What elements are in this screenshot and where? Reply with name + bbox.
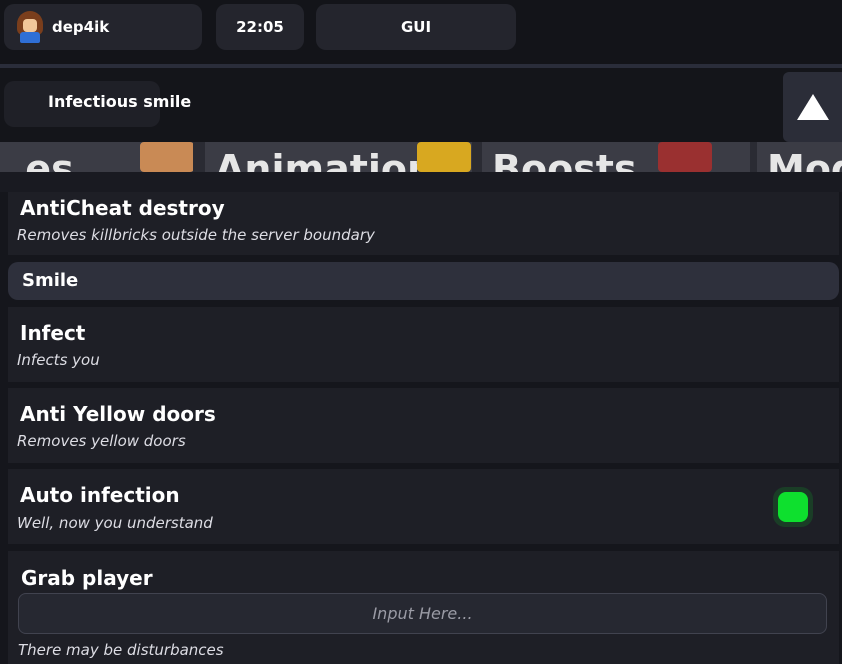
tab-card[interactable]: Boosts <box>482 142 750 172</box>
tab-label: ...es <box>0 147 74 172</box>
section-label: Smile <box>22 270 79 291</box>
clock: 22:05 <box>216 4 304 50</box>
page-title: Infectious smile <box>48 92 192 111</box>
tab-card[interactable]: Animation <box>205 142 472 172</box>
option-title: Grab player <box>21 566 153 590</box>
character-image <box>417 142 471 172</box>
option-title: Infect <box>20 321 86 345</box>
option-anti-yellow-doors[interactable]: Anti Yellow doors Removes yellow doors <box>8 388 839 463</box>
tab-label: Modi <box>767 147 842 172</box>
tab-strip: ...es Animation Boosts Modi <box>0 142 842 172</box>
avatar <box>16 11 44 43</box>
collapse-button[interactable] <box>783 72 842 142</box>
grab-player-input[interactable]: Input Here... <box>18 593 827 634</box>
auto-infection-toggle[interactable] <box>773 487 813 527</box>
option-anticheat-destroy[interactable]: AntiCheat destroy Removes killbricks out… <box>8 192 839 255</box>
user-profile: dep4ik <box>4 4 202 50</box>
option-title: Anti Yellow doors <box>20 402 216 426</box>
option-description: Removes killbricks outside the server bo… <box>17 226 375 244</box>
option-description: Well, now you understand <box>17 514 213 532</box>
option-description: Infects you <box>17 351 100 369</box>
option-description: There may be disturbances <box>18 641 224 659</box>
username: dep4ik <box>52 18 110 36</box>
option-description: Removes yellow doors <box>17 432 186 450</box>
fade <box>0 172 842 192</box>
tab-label: Animation <box>215 147 435 172</box>
option-infect[interactable]: Infect Infects you <box>8 307 839 382</box>
triangle-up-icon <box>796 94 829 120</box>
option-title: Auto infection <box>20 483 180 507</box>
gui-button[interactable]: GUI <box>316 4 516 50</box>
tab-label: Boosts <box>492 147 637 172</box>
section-header: Smile <box>8 262 839 300</box>
tab-card[interactable]: ...es <box>0 142 193 172</box>
rocket-image <box>658 142 712 172</box>
tab-card[interactable]: Modi <box>757 142 842 172</box>
option-auto-infection: Auto infection Well, now you understand <box>8 469 839 544</box>
option-title: AntiCheat destroy <box>20 196 225 220</box>
character-image <box>140 142 193 172</box>
toggle-knob <box>778 492 808 522</box>
